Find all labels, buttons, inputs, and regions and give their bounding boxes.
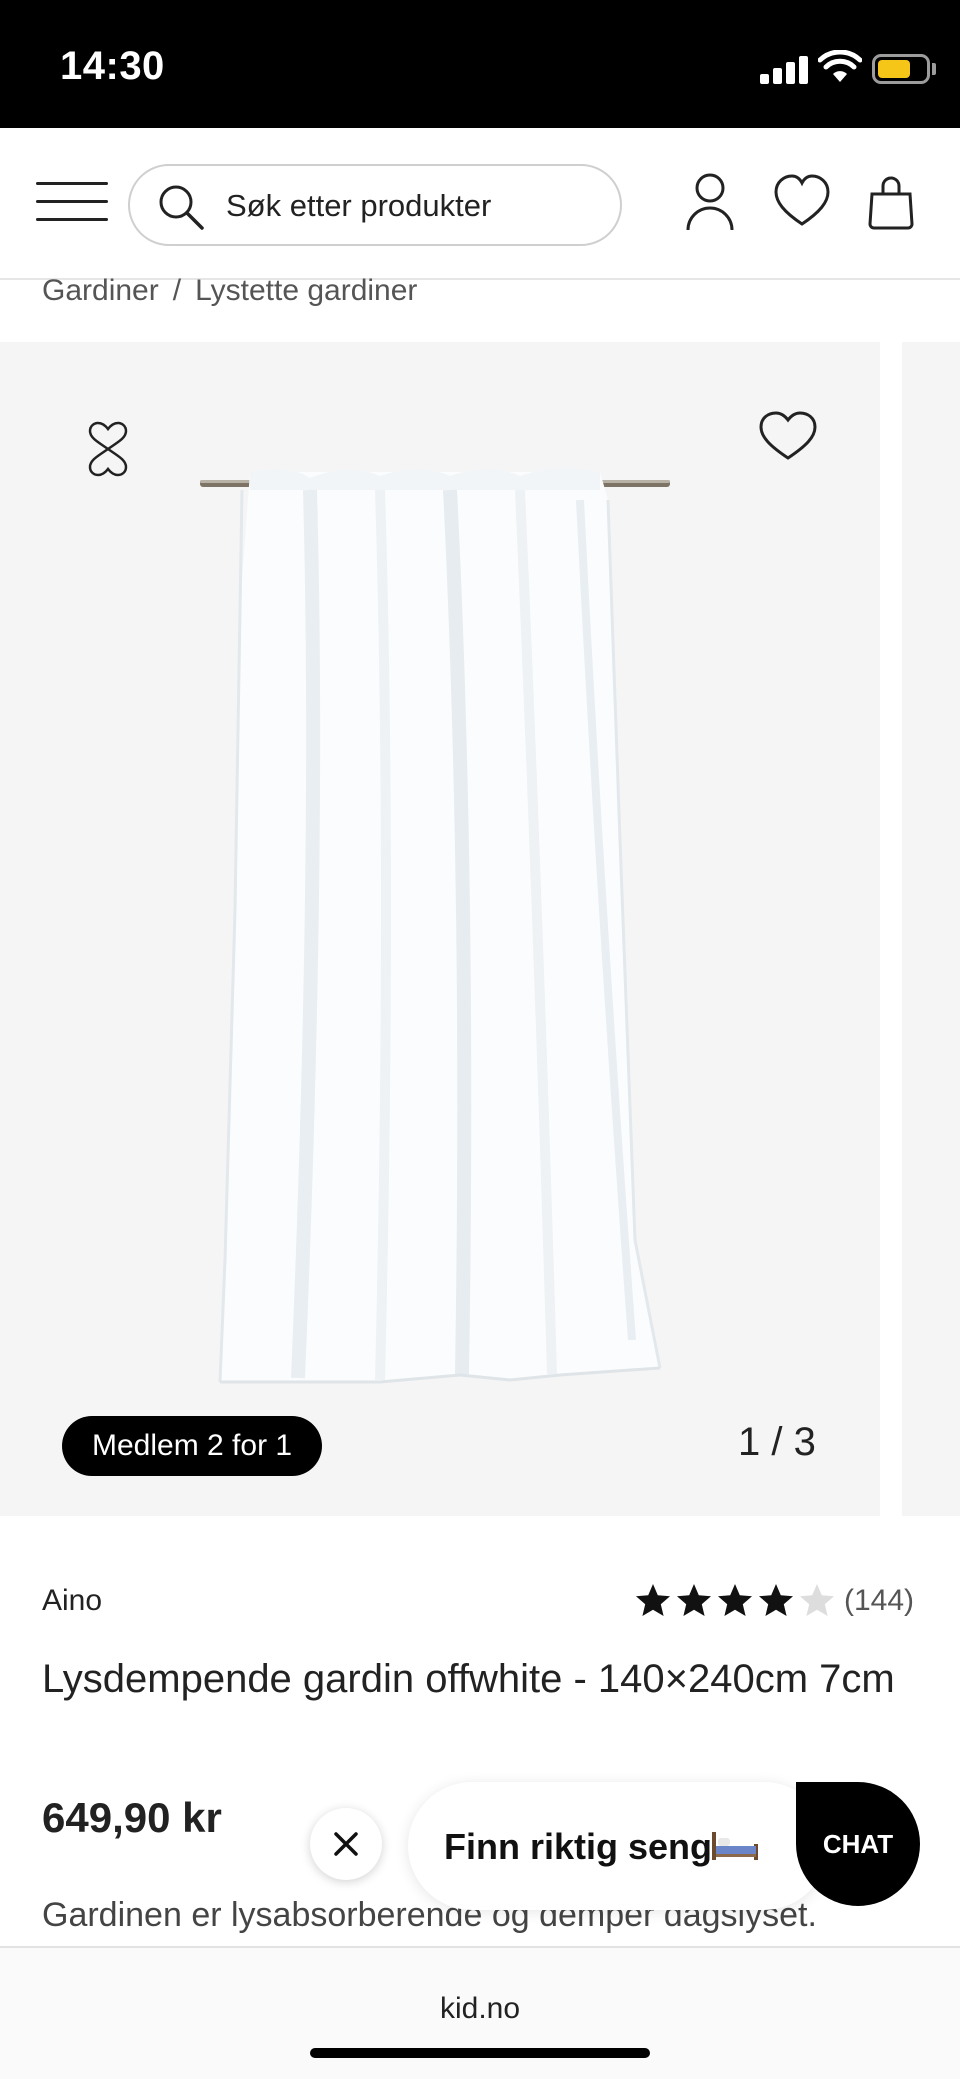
promo-badge: Medlem 2 for 1 xyxy=(62,1416,323,1476)
status-time: 14:30 xyxy=(60,44,165,88)
wifi-icon xyxy=(818,50,862,82)
bed-icon xyxy=(712,1832,758,1860)
heart-icon[interactable] xyxy=(772,172,832,232)
star-filled-icon xyxy=(636,1584,670,1616)
url-text[interactable]: kid.no xyxy=(0,1992,960,2026)
close-widget-button[interactable] xyxy=(310,1808,382,1880)
browser-url-bar: kid.no xyxy=(0,1946,960,2079)
compare-icon[interactable] xyxy=(86,420,130,478)
status-bar: 14:30 xyxy=(0,0,960,128)
search-input[interactable]: Søk etter produkter xyxy=(128,164,622,246)
breadcrumb-item[interactable]: Gardiner xyxy=(42,274,159,307)
bed-finder-label: Finn riktig seng xyxy=(444,1826,713,1867)
battery-icon xyxy=(872,54,930,84)
home-indicator[interactable] xyxy=(310,2048,650,2058)
breadcrumb: Gardiner / Lystette gardiner xyxy=(42,274,417,308)
next-image-peek[interactable] xyxy=(902,342,960,1516)
breadcrumb-item[interactable]: Lystette gardiner xyxy=(195,274,417,307)
star-empty-icon xyxy=(800,1584,834,1616)
wishlist-heart-icon[interactable] xyxy=(758,410,818,462)
star-filled-icon xyxy=(677,1584,711,1616)
product-brand[interactable]: Aino xyxy=(42,1584,102,1618)
review-count[interactable]: (144) xyxy=(844,1584,914,1618)
breadcrumb-separator: / xyxy=(172,274,182,307)
bed-finder-button[interactable]: Finn riktig seng xyxy=(408,1782,828,1910)
site-header: Søk etter produkter xyxy=(0,128,960,280)
star-filled-icon xyxy=(718,1584,752,1616)
search-placeholder: Søk etter produkter xyxy=(226,188,492,223)
image-counter: 1 / 3 xyxy=(738,1420,816,1464)
product-image-curtain xyxy=(200,467,670,1384)
search-icon xyxy=(159,185,204,230)
close-icon xyxy=(334,1832,358,1856)
account-icon[interactable] xyxy=(682,172,738,232)
product-price: 649,90 kr xyxy=(42,1794,222,1841)
menu-icon[interactable] xyxy=(36,178,110,226)
star-filled-icon xyxy=(759,1584,793,1616)
bag-icon[interactable] xyxy=(866,172,916,232)
signal-icon xyxy=(760,54,810,84)
chat-button[interactable]: CHAT xyxy=(796,1782,920,1906)
product-title: Lysdempende gardin offwhite - 140×240cm … xyxy=(42,1657,895,1701)
